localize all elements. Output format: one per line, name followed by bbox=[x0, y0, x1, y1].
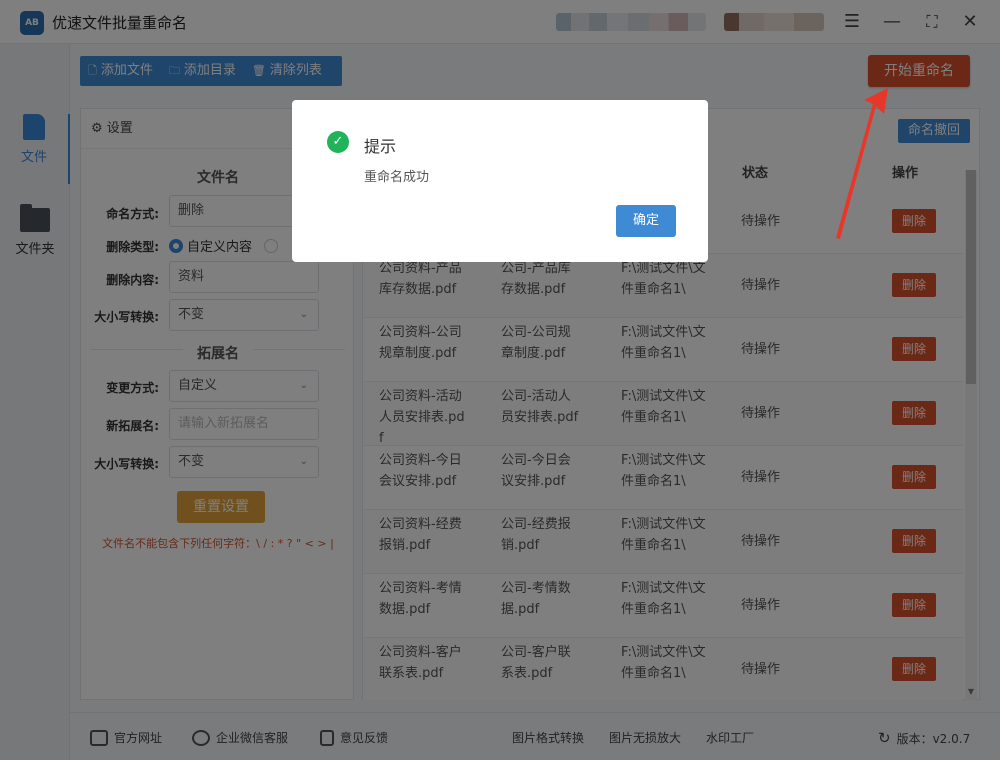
dialog-title: 提示 bbox=[364, 137, 397, 156]
dialog-ok-button[interactable]: 确定 bbox=[616, 205, 676, 237]
success-dialog: ✓ 提示 重命名成功 确定 bbox=[292, 100, 708, 262]
app-window: AB 优速文件批量重命名 ☰ — ⛶ ✕ 文件 文件夹 🗋添加文件 🗀添加目录 … bbox=[0, 0, 1000, 760]
dialog-message: 重命名成功 bbox=[364, 170, 430, 185]
check-circle-icon: ✓ bbox=[327, 131, 349, 153]
